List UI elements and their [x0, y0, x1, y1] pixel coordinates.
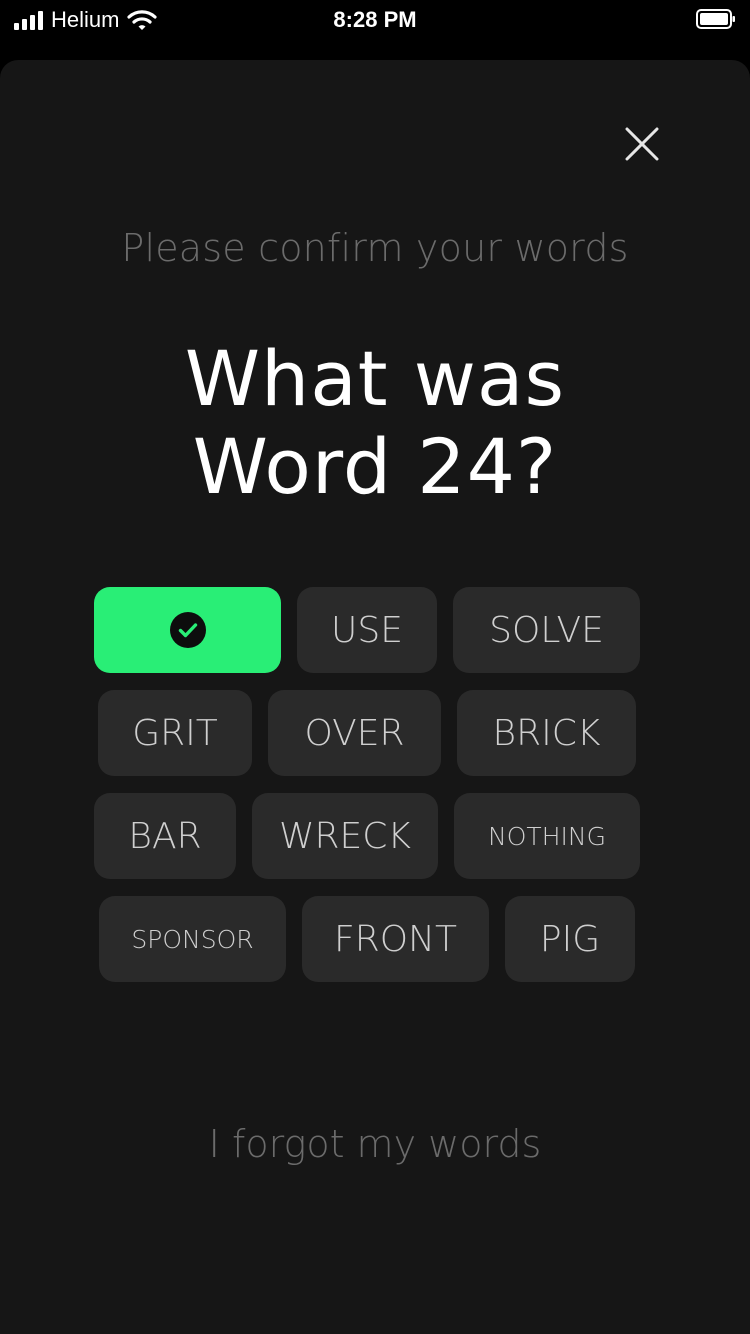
status-time: 8:28 PM	[333, 7, 417, 32]
page-title: What was Word 24?	[0, 335, 750, 511]
word-chip-bar[interactable]: BAR	[94, 793, 236, 879]
word-chip-grit[interactable]: GRIT	[98, 690, 252, 776]
word-chip-brick[interactable]: BRICK	[457, 690, 636, 776]
word-chip-sponsor[interactable]: SPONSOR	[99, 896, 286, 982]
battery-icon	[696, 9, 735, 29]
check-circle-icon	[169, 612, 206, 648]
title-line-2: Word 24?	[192, 422, 558, 511]
close-icon[interactable]	[621, 123, 663, 165]
subtitle: Please confirm your words	[121, 226, 629, 270]
word-chip-over[interactable]: OVER	[268, 690, 441, 776]
word-chip-solve[interactable]: SOLVE	[453, 587, 640, 673]
word-chip-use[interactable]: USE	[297, 587, 437, 673]
status-bar: Helium 8:28 PM	[0, 0, 750, 40]
forgot-words-link[interactable]: I forgot my words	[0, 1122, 750, 1166]
word-chip-front[interactable]: FRONT	[302, 896, 489, 982]
word-chip-confirmed[interactable]	[94, 587, 281, 673]
word-chip-pig[interactable]: PIG	[505, 896, 635, 982]
word-chip-wreck[interactable]: WRECK	[252, 793, 438, 879]
title-line-1: What was	[184, 334, 566, 423]
word-chip-nothing[interactable]: NOTHING	[454, 793, 640, 879]
